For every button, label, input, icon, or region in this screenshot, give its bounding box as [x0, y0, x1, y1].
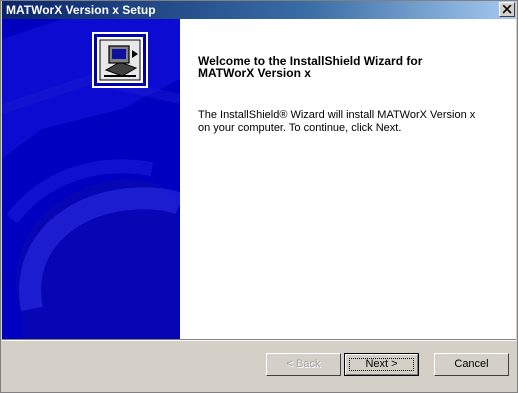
button-separator: [2, 339, 516, 341]
welcome-heading: Welcome to the InstallShield Wizard for …: [198, 54, 423, 80]
wizard-content: Welcome to the InstallShield Wizard for …: [2, 19, 516, 339]
installer-computer-icon: [92, 32, 148, 88]
close-icon: [503, 5, 512, 14]
banner-artwork: [2, 19, 180, 339]
next-button[interactable]: Next >: [344, 353, 419, 376]
welcome-description: The InstallShield® Wizard will install M…: [198, 109, 476, 134]
cancel-button[interactable]: Cancel: [434, 353, 509, 376]
title-bar[interactable]: MATWorX Version x Setup: [2, 1, 516, 19]
window-title: MATWorX Version x Setup: [6, 3, 156, 17]
back-button[interactable]: < Back: [266, 353, 341, 376]
next-button-label: Next >: [365, 358, 398, 370]
back-button-label: < Back: [286, 358, 321, 370]
setup-window: MATWorX Version x Setup Welcome to the I…: [0, 0, 518, 393]
close-button[interactable]: [499, 2, 515, 17]
side-banner: [2, 19, 180, 339]
cancel-button-label: Cancel: [454, 358, 489, 370]
